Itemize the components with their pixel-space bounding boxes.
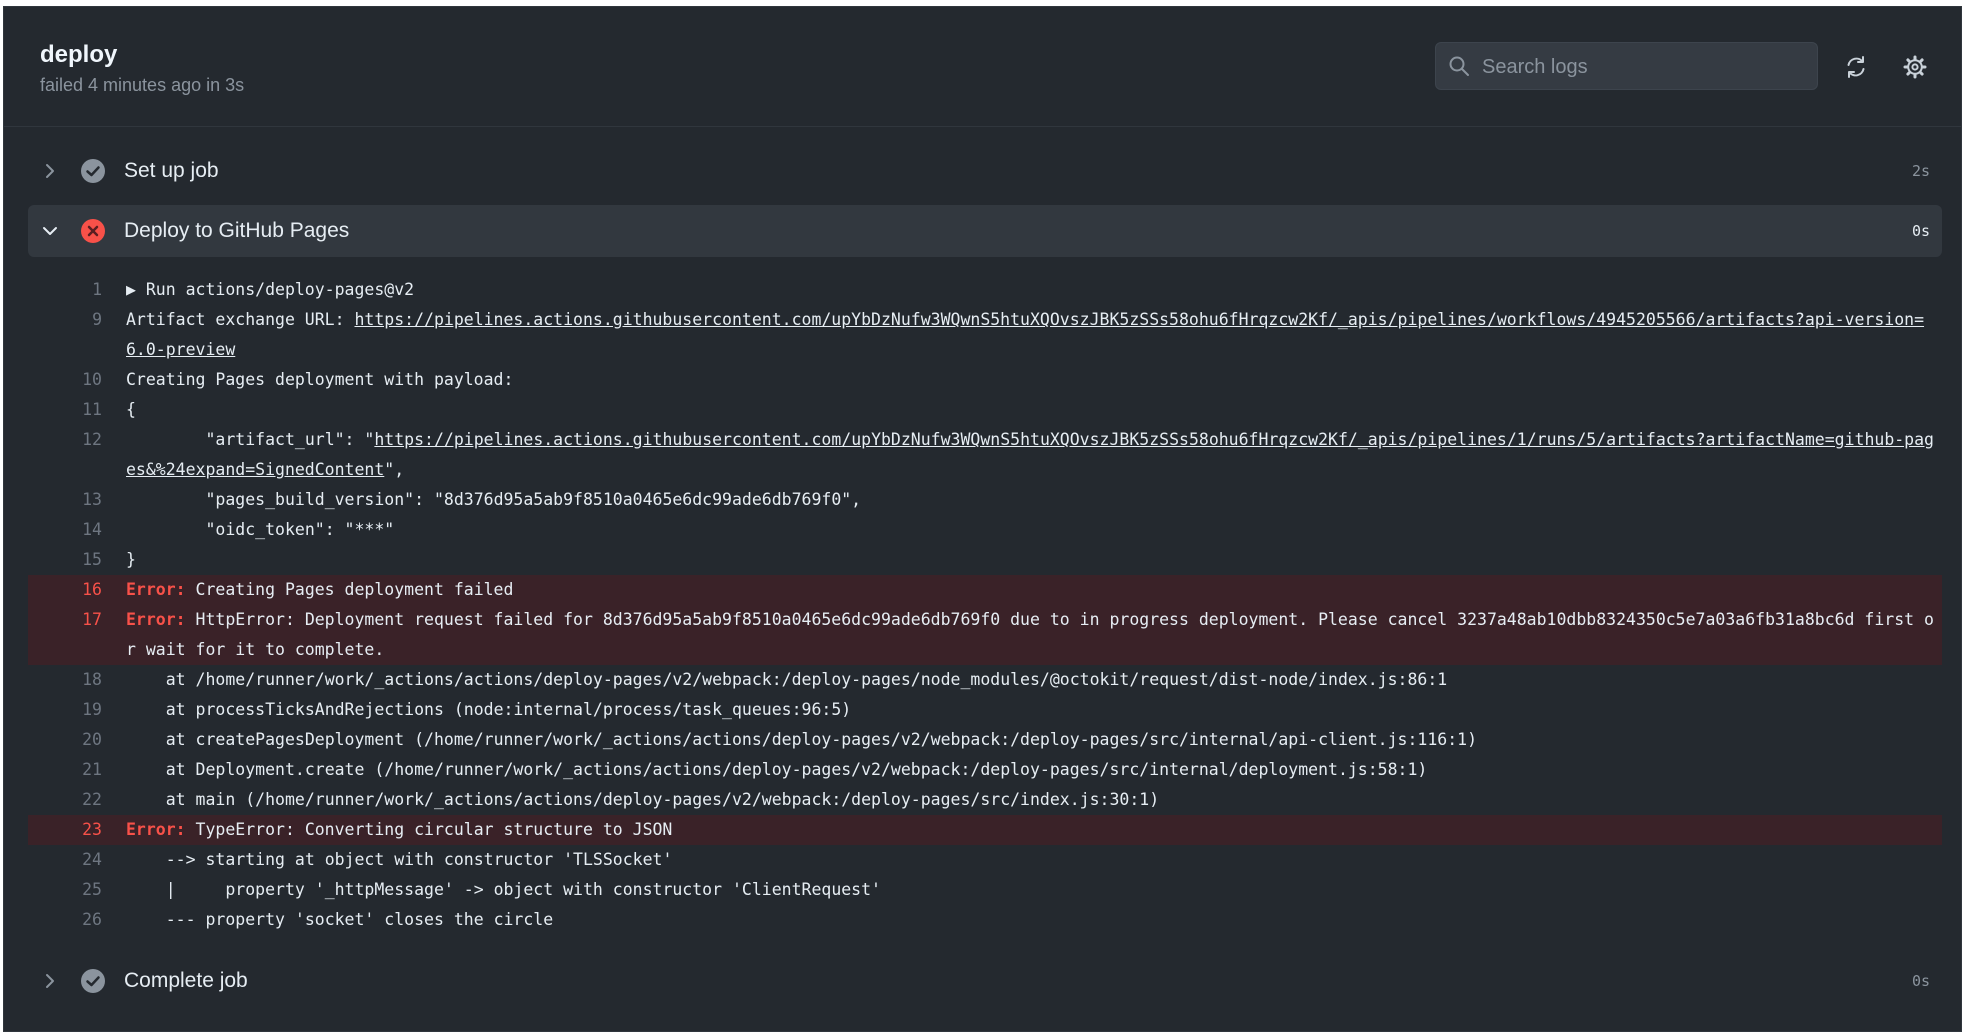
log-text: --> starting at object with constructor … <box>126 850 673 869</box>
line-number[interactable]: 13 <box>28 485 126 515</box>
line-number[interactable]: 14 <box>28 515 126 545</box>
line-number[interactable]: 12 <box>28 425 126 485</box>
log-line: 18 at /home/runner/work/_actions/actions… <box>28 665 1942 695</box>
refresh-button[interactable] <box>1840 51 1872 83</box>
line-number[interactable]: 20 <box>28 725 126 755</box>
error-label: Error: <box>126 580 186 599</box>
log-text: Artifact exchange URL: https://pipelines… <box>126 305 1942 365</box>
line-number[interactable]: 23 <box>28 815 126 845</box>
line-number[interactable]: 16 <box>28 575 126 605</box>
step-name: Complete job <box>124 969 248 992</box>
line-number[interactable]: 26 <box>28 905 126 935</box>
log-line: 25 | property '_httpMessage' -> object w… <box>28 875 1942 905</box>
step-set-up-job[interactable]: Set up job 2s <box>28 145 1942 197</box>
log-line: 11 { <box>28 395 1942 425</box>
log-suffix: ", <box>384 460 405 479</box>
line-number[interactable]: 22 <box>28 785 126 815</box>
log-text: at Deployment.create (/home/runner/work/… <box>126 760 1428 779</box>
chevron-down-icon <box>43 227 57 235</box>
success-check-icon <box>81 159 105 183</box>
log-text: --- property 'socket' closes the circle <box>126 910 554 929</box>
search-icon <box>1449 56 1469 76</box>
log-text: at main (/home/runner/work/_actions/acti… <box>126 790 1160 809</box>
log-line: 10 Creating Pages deployment with payloa… <box>28 365 1942 395</box>
log-text: Error: TypeError: Converting circular st… <box>126 815 1942 845</box>
step-name: Set up job <box>124 159 219 182</box>
error-label: Error: <box>126 820 186 839</box>
log-text: { <box>126 400 136 419</box>
log-text: } <box>126 550 136 569</box>
log-text: at /home/runner/work/_actions/actions/de… <box>126 670 1448 689</box>
artifact-exchange-link[interactable]: https://pipelines.actions.githubusercont… <box>126 310 1924 359</box>
line-number[interactable]: 21 <box>28 755 126 785</box>
chevron-right-icon <box>46 974 54 988</box>
line-number[interactable]: 1 <box>28 275 126 305</box>
error-log-line: 16 Error: Creating Pages deployment fail… <box>28 575 1942 605</box>
step-duration: 0s <box>1911 972 1930 990</box>
step-duration: 2s <box>1911 162 1930 180</box>
log-line: 26 --- property 'socket' closes the circ… <box>28 905 1942 935</box>
log-text: Error: HttpError: Deployment request fai… <box>126 605 1942 665</box>
step-name: Deploy to GitHub Pages <box>124 219 350 242</box>
log-line: 13 "pages_build_version": "8d376d95a5ab9… <box>28 485 1942 515</box>
log-line: 15 } <box>28 545 1942 575</box>
failure-x-icon <box>81 219 105 243</box>
line-number[interactable]: 25 <box>28 875 126 905</box>
refresh-icon <box>1847 56 1865 78</box>
log-text: "pages_build_version": "8d376d95a5ab9f85… <box>126 490 862 509</box>
log-line: 24 --> starting at object with construct… <box>28 845 1942 875</box>
log-text: at createPagesDeployment (/home/runner/w… <box>126 730 1478 749</box>
log-text: "oidc_token": "***" <box>126 520 395 539</box>
log-line: 19 at processTicksAndRejections (node:in… <box>28 695 1942 725</box>
log-prefix: "artifact_url": " <box>126 430 375 449</box>
log-text: | property '_httpMessage' -> object with… <box>126 880 881 899</box>
log-line: 21 at Deployment.create (/home/runner/wo… <box>28 755 1942 785</box>
error-message: TypeError: Converting circular structure… <box>185 820 673 839</box>
line-number[interactable]: 9 <box>28 305 126 365</box>
log-text: Error: Creating Pages deployment failed <box>126 575 1942 605</box>
job-log-panel: deploy failed 4 minutes ago in 3s Search… <box>3 6 1962 1032</box>
error-label: Error: <box>126 610 186 629</box>
step-duration: 0s <box>1911 222 1930 240</box>
log-line: 22 at main (/home/runner/work/_actions/a… <box>28 785 1942 815</box>
error-message: Creating Pages deployment failed <box>185 580 514 599</box>
job-header: deploy failed 4 minutes ago in 3s <box>4 7 1961 127</box>
log-text: at processTicksAndRejections (node:inter… <box>126 700 852 719</box>
log-line: 1 ▶ Run actions/deploy-pages@v2 <box>28 275 1942 305</box>
job-status-text: failed 4 minutes ago in 3s <box>40 75 245 95</box>
line-number[interactable]: 19 <box>28 695 126 725</box>
step-log: 1 ▶ Run actions/deploy-pages@v2 9 Artifa… <box>28 275 1942 935</box>
gear-icon <box>1903 55 1927 79</box>
log-text[interactable]: ▶ Run actions/deploy-pages@v2 <box>126 275 1942 305</box>
line-number[interactable]: 11 <box>28 395 126 425</box>
log-line: 12 "artifact_url": "https://pipelines.ac… <box>28 425 1942 485</box>
log-text: Creating Pages deployment with payload: <box>126 370 514 389</box>
step-deploy-to-github-pages[interactable]: Deploy to GitHub Pages 0s <box>28 205 1942 257</box>
success-check-icon <box>81 969 105 993</box>
error-message: HttpError: Deployment request failed for… <box>126 610 1934 659</box>
error-log-line: 17 Error: HttpError: Deployment request … <box>28 605 1942 665</box>
line-number[interactable]: 24 <box>28 845 126 875</box>
line-number[interactable]: 18 <box>28 665 126 695</box>
log-prefix: Artifact exchange URL: <box>126 310 355 329</box>
line-number[interactable]: 15 <box>28 545 126 575</box>
search-input[interactable] <box>1480 43 1804 91</box>
line-number[interactable]: 10 <box>28 365 126 395</box>
chevron-right-icon <box>46 164 54 178</box>
error-log-line: 23 Error: TypeError: Converting circular… <box>28 815 1942 845</box>
log-line: 9 Artifact exchange URL: https://pipelin… <box>28 305 1942 365</box>
job-title: deploy <box>40 41 118 68</box>
settings-button[interactable] <box>1899 51 1931 83</box>
log-text: "artifact_url": "https://pipelines.actio… <box>126 425 1942 485</box>
step-complete-job[interactable]: Complete job 0s <box>28 955 1942 1007</box>
log-line: 14 "oidc_token": "***" <box>28 515 1942 545</box>
search-box[interactable] <box>1435 42 1818 91</box>
log-line: 20 at createPagesDeployment (/home/runne… <box>28 725 1942 755</box>
line-number[interactable]: 17 <box>28 605 126 665</box>
